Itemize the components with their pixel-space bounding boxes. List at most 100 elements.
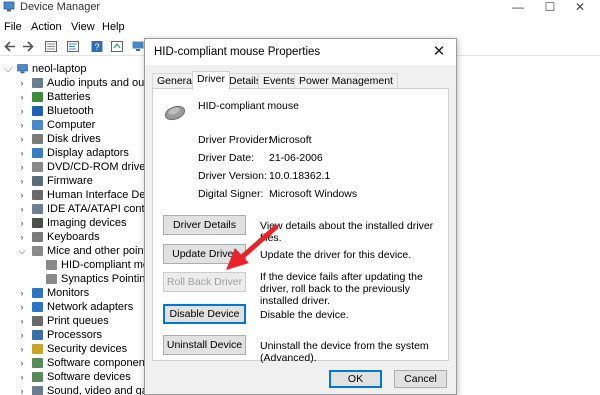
driver-version-label: Driver Version:: [198, 170, 267, 182]
scrollbar[interactable]: [592, 58, 600, 395]
tree-root-label: neol-laptop: [32, 63, 87, 75]
tree-view-icon[interactable]: [44, 40, 58, 53]
tree-category[interactable]: › Keyboards: [0, 230, 150, 244]
ok-button[interactable]: OK: [329, 370, 382, 388]
tree-category[interactable]: › IDE ATA/ATAPI controllers: [0, 202, 151, 216]
tree-item-label: DVD/CD-ROM drives: [47, 161, 150, 173]
chevron-right-icon[interactable]: ›: [17, 356, 27, 370]
tree-category[interactable]: › Monitors: [0, 286, 150, 300]
chevron-right-icon[interactable]: ›: [17, 314, 27, 328]
chevron-right-icon[interactable]: ›: [17, 76, 27, 90]
tree-item-label: Print queues: [47, 315, 109, 327]
driver-details-desc: View details about the installed driver …: [260, 220, 434, 244]
tree-category[interactable]: › Software devices: [0, 370, 150, 384]
tab-power-management[interactable]: Power Management: [294, 73, 398, 89]
device-category-icon: [32, 302, 43, 312]
dialog-close-button[interactable]: ✕: [428, 42, 450, 62]
close-button[interactable]: ✕: [560, 0, 600, 16]
chevron-right-icon[interactable]: ›: [17, 300, 27, 314]
tree-category[interactable]: › Human Interface Devices: [0, 188, 151, 202]
tree-item-label: Bluetooth: [47, 105, 94, 117]
roll-back-driver-desc: If the device fails after updating the d…: [260, 271, 423, 307]
tree-category[interactable]: › Processors: [0, 328, 150, 342]
title-bar: Device Manager — ☐ ✕: [0, 0, 600, 16]
menu-action[interactable]: Action: [31, 21, 62, 33]
tree-item-label: Display adaptors: [47, 147, 129, 159]
window-title: Device Manager: [20, 1, 101, 13]
chevron-right-icon[interactable]: ›: [17, 174, 27, 188]
device-category-icon: [32, 78, 43, 88]
chevron-down-icon[interactable]: ⌵: [17, 244, 27, 258]
menu-file[interactable]: File: [4, 21, 22, 33]
driver-provider-value: Microsoft: [269, 134, 312, 146]
uninstall-device-button[interactable]: Uninstall Device: [163, 335, 246, 355]
device-category-icon: [46, 260, 57, 270]
device-category-icon: [32, 176, 43, 186]
chevron-right-icon[interactable]: ›: [17, 118, 27, 132]
tree-category[interactable]: › DVD/CD-ROM drives: [0, 160, 151, 174]
help-icon[interactable]: ?: [90, 40, 104, 53]
tree-child-item[interactable]: HID-compliant mouse: [0, 258, 150, 272]
menu-help[interactable]: Help: [102, 21, 125, 33]
chevron-right-icon[interactable]: ›: [17, 146, 27, 160]
cancel-button[interactable]: Cancel: [394, 370, 447, 388]
mouse-icon: [164, 105, 186, 121]
tree-category[interactable]: › Imaging devices: [0, 216, 150, 230]
tab-driver[interactable]: Driver: [192, 71, 230, 90]
tree-item-label: Sound, video and game controllers: [47, 385, 150, 395]
tab-strip: General Driver Details Events Power Mana…: [152, 71, 449, 90]
device-category-icon: [32, 288, 43, 298]
tree-root[interactable]: ⌵ neol-laptop: [0, 62, 150, 76]
tree-category[interactable]: › Firmware: [0, 174, 150, 188]
tree-category[interactable]: › Disk drives: [0, 132, 150, 146]
chevron-right-icon[interactable]: ›: [17, 202, 27, 216]
chevron-right-icon[interactable]: ›: [17, 286, 27, 300]
tree-category[interactable]: › Computer: [0, 118, 150, 132]
tree-item-label: Computer: [47, 119, 96, 131]
properties-icon[interactable]: [66, 40, 80, 53]
chevron-right-icon[interactable]: ›: [17, 104, 27, 118]
tree-item-label: HID-compliant mouse: [61, 259, 150, 271]
chevron-right-icon[interactable]: ›: [17, 328, 27, 342]
device-tree: ⌵ neol-laptop ›Audio inputs and outputs›…: [0, 58, 150, 395]
chevron-right-icon[interactable]: ›: [17, 384, 27, 395]
chevron-right-icon[interactable]: ›: [17, 132, 27, 146]
device-category-icon: [32, 330, 43, 340]
uninstall-device-desc: Uninstall the device from the system (Ad…: [260, 340, 429, 364]
back-icon[interactable]: [3, 40, 17, 53]
tree-category[interactable]: › Software components: [0, 356, 151, 370]
chevron-right-icon[interactable]: ›: [17, 160, 27, 174]
tree-category[interactable]: › Print queues: [0, 314, 150, 328]
driver-date-label: Driver Date:: [198, 152, 255, 164]
tree-category[interactable]: › Batteries: [0, 90, 150, 104]
chevron-right-icon[interactable]: ›: [17, 342, 27, 356]
tree-item-label: Security devices: [47, 343, 128, 355]
chevron-right-icon[interactable]: ›: [17, 216, 27, 230]
properties-dialog: HID-compliant mouse Properties ✕ General…: [144, 38, 457, 395]
menu-view[interactable]: View: [71, 21, 95, 33]
tree-child-item[interactable]: Synaptics Pointing Device: [0, 272, 150, 286]
scan-hardware-icon[interactable]: [131, 40, 145, 53]
tree-item-label: Synaptics Pointing Device: [61, 273, 150, 285]
tree-item-label: Monitors: [47, 287, 90, 299]
chevron-right-icon[interactable]: ›: [17, 188, 27, 202]
tree-category[interactable]: › Bluetooth: [0, 104, 150, 118]
tree-category[interactable]: › Display adaptors: [0, 146, 150, 160]
driver-version-value: 10.0.18362.1: [269, 170, 331, 182]
svg-text:?: ?: [94, 42, 99, 52]
chevron-right-icon[interactable]: ›: [17, 370, 27, 384]
chevron-right-icon[interactable]: ›: [17, 90, 27, 104]
forward-icon[interactable]: [21, 40, 35, 53]
tree-category[interactable]: › Network adapters: [0, 300, 150, 314]
tree-category[interactable]: › Sound, video and game controllers: [0, 384, 150, 395]
tree-item-label: Human Interface Devices: [47, 189, 150, 201]
tree-category[interactable]: › Audio inputs and outputs: [0, 76, 151, 90]
update-driver-icon[interactable]: [110, 40, 124, 53]
tree-category[interactable]: ⌵ Mice and other pointing devices: [0, 244, 150, 258]
tree-category[interactable]: › Security devices: [0, 342, 150, 356]
roll-back-driver-button[interactable]: Roll Back Driver: [163, 272, 246, 292]
disable-device-button[interactable]: Disable Device: [163, 304, 246, 324]
chevron-down-icon[interactable]: ⌵: [3, 62, 13, 76]
update-driver-desc: Update the driver for this device.: [260, 249, 412, 261]
chevron-right-icon[interactable]: ›: [17, 230, 27, 244]
